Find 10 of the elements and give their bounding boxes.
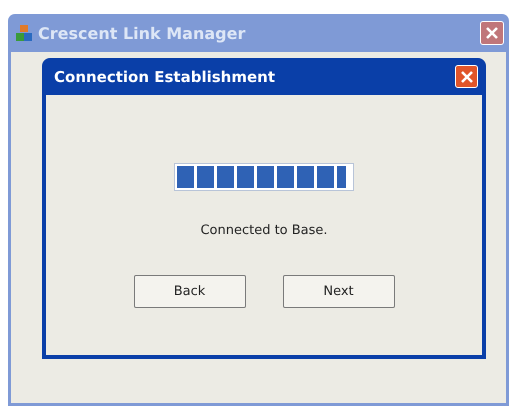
- close-button[interactable]: [480, 21, 504, 45]
- next-button[interactable]: Next: [282, 275, 394, 308]
- window-title: Crescent Link Manager: [38, 24, 246, 42]
- back-button[interactable]: Back: [134, 275, 246, 308]
- close-icon: [485, 26, 499, 40]
- blocks-icon: [15, 24, 33, 42]
- status-text: Connected to Base.: [200, 223, 328, 238]
- dialog-title: Connection Establishment: [54, 68, 276, 86]
- close-icon: [460, 70, 474, 84]
- close-button[interactable]: [455, 65, 478, 88]
